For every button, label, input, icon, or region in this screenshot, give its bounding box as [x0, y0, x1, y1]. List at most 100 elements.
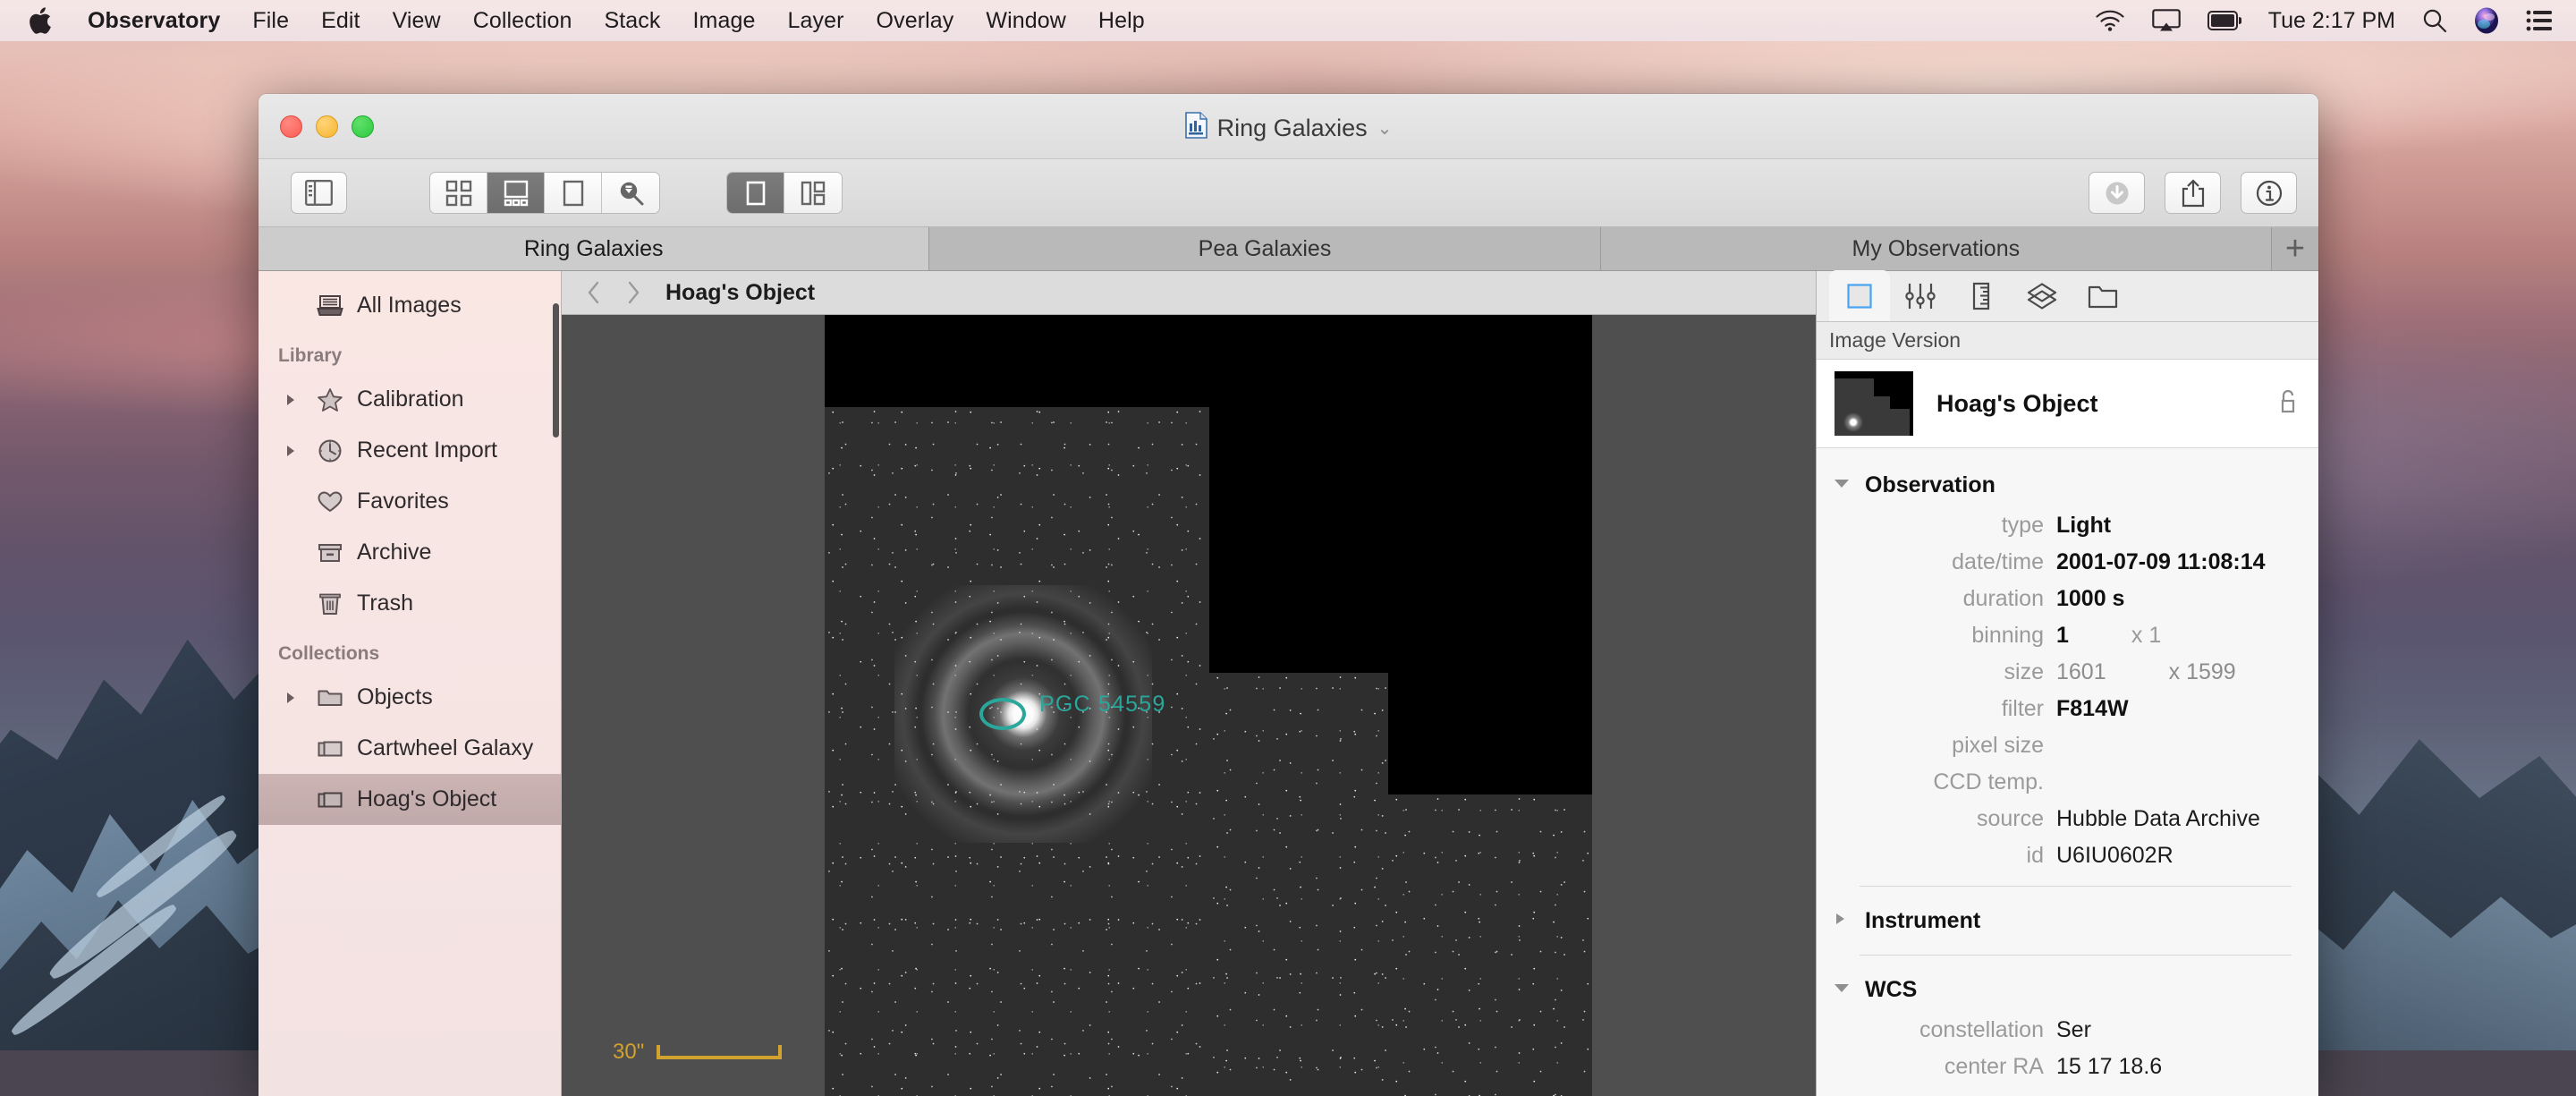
files-tab[interactable]: [2072, 270, 2133, 321]
sidebar-scrollbar[interactable]: [553, 303, 559, 438]
metadata-group-wcs[interactable]: WCS: [1817, 967, 2318, 1012]
battery-icon[interactable]: [2207, 11, 2241, 30]
chevron-down-icon[interactable]: ⌄: [1377, 117, 1393, 140]
window-title-text: Ring Galaxies: [1217, 115, 1368, 142]
menu-item-layer[interactable]: Layer: [772, 8, 860, 34]
sidebar-section-library: Library: [258, 331, 561, 374]
single-view-button[interactable]: [545, 173, 602, 213]
disclosure-triangle-down-icon[interactable]: [1833, 477, 1851, 494]
metadata-key: filter: [1817, 696, 2056, 722]
tab-label: Pea Galaxies: [1199, 236, 1332, 262]
breadcrumb: Hoag's Object: [562, 271, 1816, 315]
menu-item-view[interactable]: View: [377, 8, 457, 34]
menu-item-help[interactable]: Help: [1082, 8, 1161, 34]
measure-tab[interactable]: [1951, 270, 2012, 321]
menu-item-file[interactable]: File: [236, 8, 305, 34]
metadata-row-id: id U6IU0602R: [1817, 837, 2318, 874]
menu-bar-clock[interactable]: Tue 2:17 PM: [2268, 8, 2395, 34]
inspector-panel: Image Version Hoag's Object Observation: [1816, 271, 2318, 1096]
apple-logo-icon[interactable]: [29, 7, 52, 35]
sidebar-item-label: Favorites: [357, 489, 449, 514]
metadata-group-label: Observation: [1865, 472, 1996, 498]
metadata-key: source: [1817, 806, 2056, 832]
metadata-value: 1000 s: [2056, 586, 2124, 612]
share-button[interactable]: [2165, 172, 2221, 214]
unlocked-padlock-icon[interactable]: [2277, 388, 2299, 420]
all-images-icon: [315, 293, 345, 319]
chevron-left-icon[interactable]: [574, 280, 614, 305]
menu-item-stack[interactable]: Stack: [588, 8, 676, 34]
sidebar-toggle-icon[interactable]: [291, 172, 347, 214]
stack-icon: [315, 736, 345, 761]
sidebar-item-trash[interactable]: Trash: [258, 578, 561, 629]
menu-item-overlay[interactable]: Overlay: [860, 8, 970, 34]
sidebar-item-hoags-object[interactable]: Hoag's Object: [258, 774, 561, 825]
disclosure-triangle-icon[interactable]: [284, 393, 303, 407]
disclosure-triangle-down-icon[interactable]: [1833, 981, 1851, 998]
sidebar-item-cartwheel-galaxy[interactable]: Cartwheel Galaxy: [258, 723, 561, 774]
sidebar-item-calibration[interactable]: Calibration: [258, 374, 561, 425]
sidebar-item-label: Hoag's Object: [357, 786, 496, 812]
sidebar-item-archive[interactable]: Archive: [258, 527, 561, 578]
single-pane-button[interactable]: [727, 173, 784, 213]
menu-item-image[interactable]: Image: [677, 8, 772, 34]
metadata-row-datetime: date/time 2001-07-09 11:08:14: [1817, 544, 2318, 581]
metadata-row-source: source Hubble Data Archive: [1817, 801, 2318, 837]
main-toolbar: [258, 159, 2318, 227]
image-version-title: Hoag's Object: [1936, 390, 2254, 418]
split-pane-button[interactable]: [784, 173, 842, 213]
document-icon: [1185, 112, 1208, 145]
star-icon: [315, 387, 345, 412]
inspector-subheader: Image Version: [1817, 322, 2318, 360]
chevron-right-icon[interactable]: [614, 280, 653, 305]
inspector-tab-strip: [1817, 271, 2318, 322]
filmstrip-view-button[interactable]: [487, 173, 545, 213]
menu-item-edit[interactable]: Edit: [305, 8, 376, 34]
info-button[interactable]: [2241, 172, 2297, 214]
grid-view-button[interactable]: [430, 173, 487, 213]
document-tab-bar: Ring Galaxies Pea Galaxies My Observatio…: [258, 227, 2318, 271]
thumbnail[interactable]: [1835, 371, 1913, 436]
menu-app-name[interactable]: Observatory: [72, 8, 236, 34]
metadata-group-instrument[interactable]: Instrument: [1817, 898, 2318, 943]
sidebar-item-label: Recent Import: [357, 438, 497, 463]
add-tab-button[interactable]: +: [2272, 227, 2318, 270]
sidebar-item-all-images[interactable]: All Images: [258, 280, 561, 331]
disclosure-triangle-icon[interactable]: [284, 444, 303, 458]
scale-bar-label: 30": [613, 1040, 644, 1065]
astronomy-image-canvas[interactable]: PGC 54559 30": [562, 315, 1816, 1096]
sidebar-item-label: Objects: [357, 684, 433, 710]
disclosure-triangle-right-icon[interactable]: [1833, 912, 1851, 930]
notification-center-icon[interactable]: [2526, 10, 2553, 31]
metadata-row-ccd-temp: CCD temp.: [1817, 764, 2318, 801]
object-marker-ellipse[interactable]: [979, 698, 1026, 730]
tab-pea-galaxies[interactable]: Pea Galaxies: [929, 227, 1600, 270]
metadata-value-secondary: x 1599: [2169, 659, 2236, 685]
menu-item-window[interactable]: Window: [970, 8, 1082, 34]
sidebar-item-favorites[interactable]: Favorites: [258, 476, 561, 527]
metadata-list[interactable]: Observation type Light date/time 2001-07…: [1817, 448, 2318, 1096]
download-button[interactable]: [2089, 172, 2145, 214]
scale-bar: 30": [613, 1040, 782, 1065]
layout-mode-segmented-control[interactable]: [726, 172, 843, 214]
loupe-search-view-button[interactable]: [602, 173, 659, 213]
spotlight-search-icon[interactable]: [2422, 8, 2447, 33]
wifi-icon[interactable]: [2095, 9, 2125, 32]
metadata-group-observation[interactable]: Observation: [1817, 463, 2318, 507]
toolbar-actions: [2089, 172, 2297, 214]
adjustments-tab[interactable]: [1890, 270, 1951, 321]
tab-ring-galaxies[interactable]: Ring Galaxies: [258, 227, 929, 270]
tab-my-observations[interactable]: My Observations: [1601, 227, 2272, 270]
airplay-icon[interactable]: [2152, 9, 2181, 32]
disclosure-triangle-icon[interactable]: [284, 691, 303, 705]
view-mode-segmented-control[interactable]: [429, 172, 660, 214]
image-version-tab[interactable]: [1829, 270, 1890, 321]
layers-tab[interactable]: [2012, 270, 2072, 321]
image-tile: [1388, 794, 1592, 1096]
sidebar-item-objects[interactable]: Objects: [258, 672, 561, 723]
metadata-row-constellation: constellation Ser: [1817, 1012, 2318, 1049]
sidebar-item-recent-import[interactable]: Recent Import: [258, 425, 561, 476]
siri-icon[interactable]: [2474, 7, 2499, 34]
metadata-value: Hubble Data Archive: [2056, 806, 2260, 832]
menu-item-collection[interactable]: Collection: [457, 8, 589, 34]
